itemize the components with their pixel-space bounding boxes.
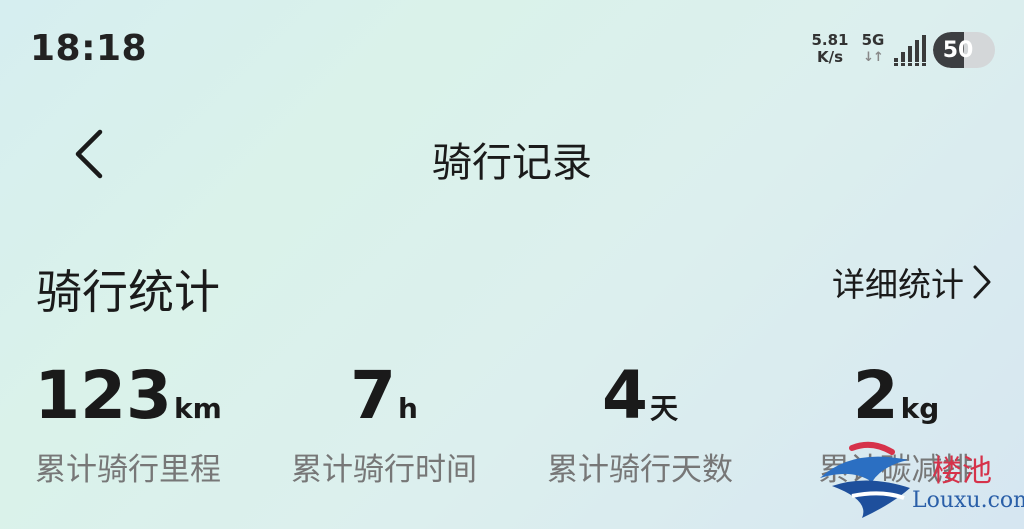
stat-unit: 天 xyxy=(649,392,678,425)
stat-value: 7 xyxy=(350,357,396,434)
stat-label: 累计骑行时间 xyxy=(291,452,477,488)
network-type-indicator: 5G ↓↑ xyxy=(858,32,888,66)
stat-value-row: 7 h xyxy=(256,356,512,436)
stat-label: 累计骑行里程 xyxy=(35,452,221,488)
stat-unit: kg xyxy=(900,392,940,425)
stat-days[interactable]: 4 天 累计骑行天数 xyxy=(512,356,768,489)
stat-value-row: 2 kg xyxy=(768,356,1024,436)
stat-value-row: 4 天 xyxy=(512,356,768,436)
watermark-cn: 楼池 xyxy=(932,454,992,489)
stat-value: 123 xyxy=(34,357,172,434)
watermark: 楼池 Louxu.com xyxy=(812,438,1024,529)
stat-distance[interactable]: 123 km 累计骑行里程 xyxy=(0,356,256,489)
chevron-right-icon xyxy=(973,265,991,299)
section-title: 骑行统计 xyxy=(36,265,220,319)
data-activity-icon: ↓↑ xyxy=(863,50,884,65)
detail-stats-label: 详细统计 xyxy=(832,265,964,304)
detail-stats-link[interactable]: 详细统计 xyxy=(832,262,992,304)
stat-label: 累计骑行天数 xyxy=(547,452,733,488)
stat-time[interactable]: 7 h 累计骑行时间 xyxy=(256,356,512,489)
network-type-label: 5G xyxy=(861,31,885,49)
stat-value: 4 xyxy=(602,357,648,434)
stat-unit: h xyxy=(398,392,418,425)
watermark-logo-icon xyxy=(820,441,910,518)
network-speed: 5.81 K/s xyxy=(808,32,852,66)
network-speed-unit: K/s xyxy=(816,48,844,66)
status-bar: 18:18 5.81 K/s 5G ↓↑ 50 xyxy=(0,0,1024,100)
stat-value-row: 123 km xyxy=(0,356,256,436)
watermark-en: Louxu.com xyxy=(912,488,1024,513)
stat-unit: km xyxy=(173,392,222,425)
status-time: 18:18 xyxy=(30,28,148,69)
signal-bars-icon xyxy=(894,35,926,66)
stat-value: 2 xyxy=(852,357,899,434)
battery-level: 50 xyxy=(942,37,974,63)
network-speed-value: 5.81 xyxy=(811,31,849,49)
page-title: 骑行记录 xyxy=(432,140,592,186)
battery-indicator: 50 xyxy=(933,32,995,68)
